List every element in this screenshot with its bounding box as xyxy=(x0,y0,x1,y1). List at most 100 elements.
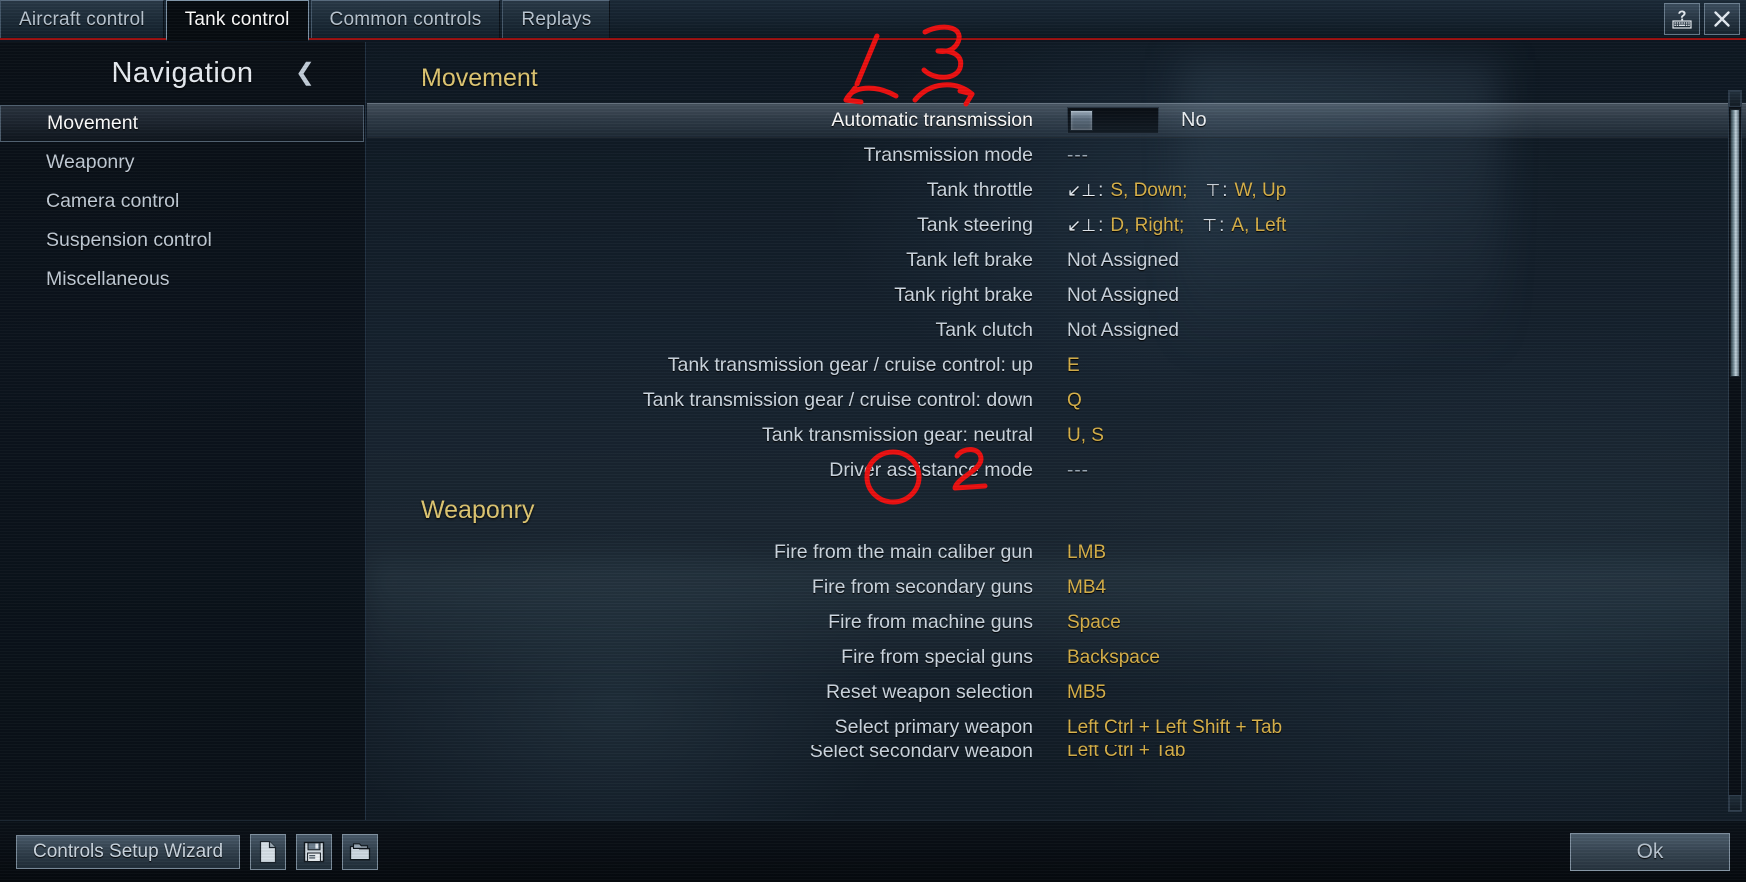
setting-label: Tank right brake xyxy=(894,284,1033,306)
setting-label: Select primary weapon xyxy=(834,716,1033,738)
chevron-left-icon[interactable]: ❮ xyxy=(295,61,315,85)
tab-common-controls[interactable]: Common controls xyxy=(310,0,501,38)
window-controls xyxy=(1664,0,1746,38)
sidebar-item-label: Miscellaneous xyxy=(46,268,170,290)
tab-replays[interactable]: Replays xyxy=(502,0,611,38)
setting-value: LMB xyxy=(1067,541,1107,563)
setting-value: Not Assigned xyxy=(1067,319,1179,341)
save-profile-button[interactable] xyxy=(296,833,333,870)
setting-row-select-secondary-weapon[interactable]: Select secondary weapon Left Ctrl + Tab xyxy=(367,745,1746,757)
settings-list: Movement Automatic transmission No Trans… xyxy=(367,42,1746,757)
setting-value: U, S xyxy=(1067,424,1104,446)
setting-row-automatic-transmission[interactable]: Automatic transmission No xyxy=(367,103,1746,138)
setting-label: Tank transmission gear / cruise control:… xyxy=(667,354,1033,376)
new-profile-button[interactable] xyxy=(250,833,287,870)
toggle-state-label: No xyxy=(1181,109,1207,131)
automatic-transmission-toggle[interactable] xyxy=(1067,107,1159,134)
sidebar-item-miscellaneous[interactable]: Miscellaneous xyxy=(0,260,365,299)
setting-label: Tank left brake xyxy=(906,249,1033,271)
setting-value: Backspace xyxy=(1067,646,1160,668)
setting-value: Not Assigned xyxy=(1067,249,1179,271)
setting-label: Transmission mode xyxy=(863,144,1033,166)
axis-up-value: W, Up xyxy=(1234,179,1287,201)
setting-row-fire-machine-guns[interactable]: Fire from machine guns Space xyxy=(367,605,1746,640)
new-document-icon xyxy=(259,840,277,863)
controls-setup-wizard-button[interactable]: Controls Setup Wizard xyxy=(16,834,241,869)
sidebar-item-label: Suspension control xyxy=(46,229,212,251)
setting-value: Space xyxy=(1067,611,1121,633)
setting-label: Fire from secondary guns xyxy=(811,576,1033,598)
footer-bar: Controls Setup Wizard Ok xyxy=(0,820,1746,882)
setting-row-gear-cruise-up[interactable]: Tank transmission gear / cruise control:… xyxy=(367,348,1746,383)
setting-label: Tank throttle xyxy=(926,179,1033,201)
setting-label: Fire from special guns xyxy=(841,646,1033,668)
navigation-header: Navigation ❮ xyxy=(0,42,365,104)
tab-label: Tank control xyxy=(184,9,290,30)
setting-value: Not Assigned xyxy=(1067,284,1179,306)
ok-button[interactable]: Ok xyxy=(1570,832,1730,871)
axis-down-value: D, Right; xyxy=(1110,214,1185,236)
scrollbar-thumb[interactable] xyxy=(1730,109,1740,377)
close-icon xyxy=(1714,11,1730,27)
keyboard-help-button[interactable] xyxy=(1664,3,1700,35)
sidebar-item-camera-control[interactable]: Camera control xyxy=(0,182,365,221)
open-folder-icon xyxy=(349,842,371,860)
setting-row-tank-left-brake[interactable]: Tank left brake Not Assigned xyxy=(367,243,1746,278)
sidebar-item-label: Weaponry xyxy=(46,151,135,173)
toggle-knob xyxy=(1070,110,1093,131)
setting-value: Left Ctrl + Tab xyxy=(1067,745,1186,757)
setting-value: Left Ctrl + Left Shift + Tab xyxy=(1067,716,1283,738)
setting-row-tank-steering[interactable]: Tank steering ↙⊥: D, Right; ⊤: A, Left xyxy=(367,208,1746,243)
tab-aircraft-control[interactable]: Aircraft control xyxy=(0,0,164,38)
setting-label: Tank steering xyxy=(917,214,1033,236)
tab-tank-control[interactable]: Tank control xyxy=(165,0,309,41)
setting-row-fire-secondary-guns[interactable]: Fire from secondary guns MB4 xyxy=(367,570,1746,605)
axis-down-value: S, Down; xyxy=(1110,179,1188,201)
tab-label: Replays xyxy=(521,8,592,30)
axis-down-icon: ↙⊥ xyxy=(1067,180,1097,200)
content-scrollbar[interactable] xyxy=(1728,90,1742,812)
section-heading-movement: Movement xyxy=(421,64,538,92)
setting-row-tank-throttle[interactable]: Tank throttle ↙⊥: S, Down; ⊤: W, Up xyxy=(367,173,1746,208)
controls-settings-window: Aircraft control Tank control Common con… xyxy=(0,0,1746,882)
section-heading-weaponry: Weaponry xyxy=(421,496,535,524)
wizard-button-label: Controls Setup Wizard xyxy=(33,840,224,862)
sidebar-item-movement[interactable]: Movement xyxy=(0,105,364,142)
scroll-down-button[interactable] xyxy=(1729,795,1741,811)
setting-row-fire-special-guns[interactable]: Fire from special guns Backspace xyxy=(367,640,1746,675)
setting-row-driver-assistance-mode[interactable]: Driver assistance mode --- xyxy=(367,453,1746,488)
setting-row-gear-neutral[interactable]: Tank transmission gear: neutral U, S xyxy=(367,418,1746,453)
setting-label: Fire from the main caliber gun xyxy=(773,541,1033,563)
setting-label: Tank clutch xyxy=(935,319,1033,341)
sidebar-item-suspension-control[interactable]: Suspension control xyxy=(0,221,365,260)
setting-row-reset-weapon-selection[interactable]: Reset weapon selection MB5 xyxy=(367,675,1746,710)
setting-label: Tank transmission gear / cruise control:… xyxy=(642,389,1033,411)
navigation-title: Navigation xyxy=(111,56,254,89)
setting-value: MB4 xyxy=(1067,576,1107,598)
setting-value: ↙⊥: S, Down; ⊤: W, Up xyxy=(1067,179,1287,201)
setting-row-select-primary-weapon[interactable]: Select primary weapon Left Ctrl + Left S… xyxy=(367,710,1746,745)
ok-button-label: Ok xyxy=(1636,839,1664,863)
setting-row-transmission-mode[interactable]: Transmission mode --- xyxy=(367,138,1746,173)
axis-up-icon: ⊤ xyxy=(1202,215,1218,235)
setting-label: Automatic transmission xyxy=(831,109,1033,131)
sidebar-item-weaponry[interactable]: Weaponry xyxy=(0,143,365,182)
load-profile-button[interactable] xyxy=(342,833,379,870)
setting-row-tank-clutch[interactable]: Tank clutch Not Assigned xyxy=(367,313,1746,348)
scroll-up-button[interactable] xyxy=(1729,91,1741,107)
save-floppy-icon xyxy=(303,841,325,862)
settings-content-pane: Movement Automatic transmission No Trans… xyxy=(367,42,1746,820)
axis-up-icon: ⊤ xyxy=(1205,180,1221,200)
sidebar-item-label: Movement xyxy=(47,112,139,134)
setting-value: ↙⊥: D, Right; ⊤: A, Left xyxy=(1067,214,1287,236)
setting-row-fire-main-caliber-gun[interactable]: Fire from the main caliber gun LMB xyxy=(367,535,1746,570)
navigation-sidebar: Navigation ❮ Movement Weaponry Camera co… xyxy=(0,42,366,820)
setting-label: Tank transmission gear: neutral xyxy=(762,424,1033,446)
close-button[interactable] xyxy=(1704,3,1740,35)
setting-row-tank-right-brake[interactable]: Tank right brake Not Assigned xyxy=(367,278,1746,313)
sidebar-item-label: Camera control xyxy=(46,190,180,212)
setting-row-gear-cruise-down[interactable]: Tank transmission gear / cruise control:… xyxy=(367,383,1746,418)
setting-value: Q xyxy=(1067,389,1082,411)
tab-bar-filler xyxy=(610,0,1664,38)
setting-value: --- xyxy=(1067,144,1089,166)
